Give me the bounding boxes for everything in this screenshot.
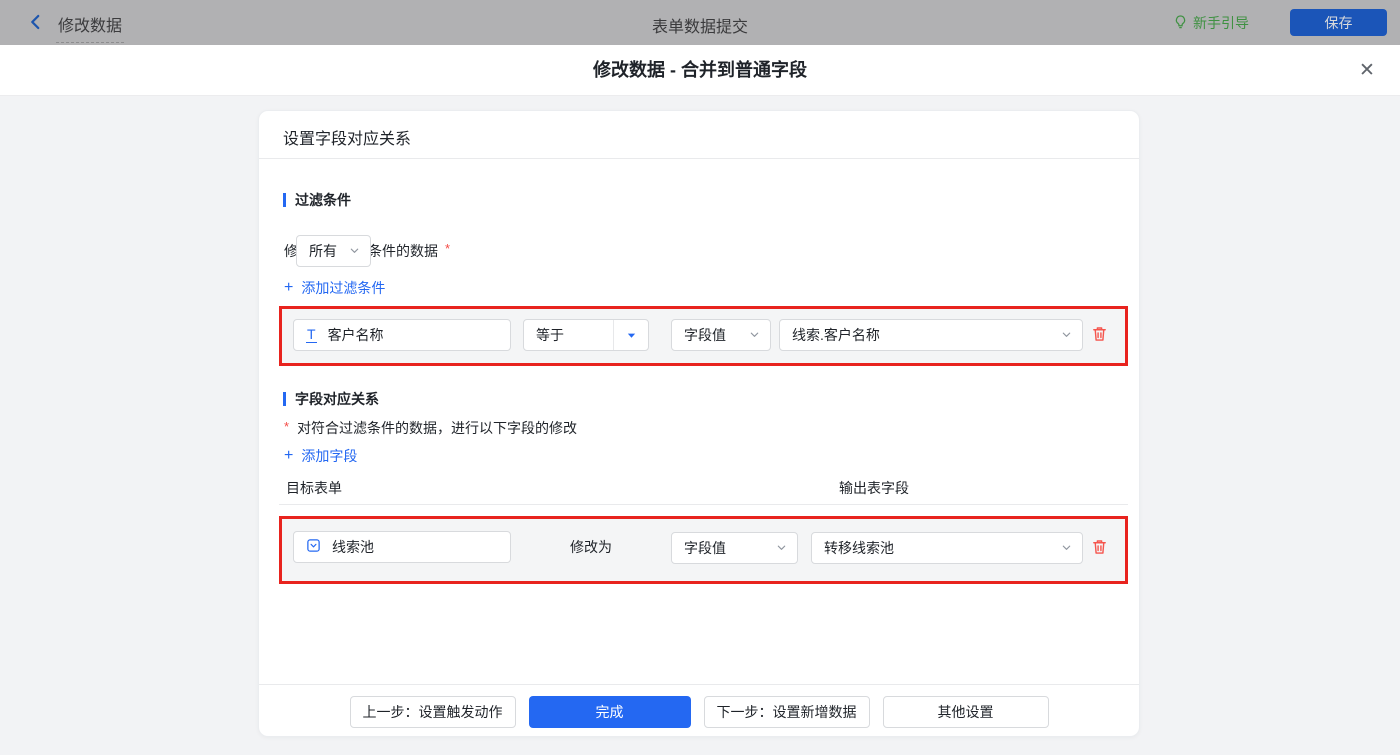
filter-section-title: 过滤条件 (283, 190, 351, 210)
text-field-icon: T (306, 326, 317, 343)
chevron-down-icon (349, 243, 360, 259)
operator-select[interactable]: 等于 (523, 319, 649, 351)
match-suffix-label: 条件的数据 (368, 243, 438, 259)
add-field-link[interactable]: + 添加字段 (284, 446, 357, 466)
footer-divider (259, 684, 1139, 685)
select-field-icon (306, 538, 321, 556)
chevron-down-icon (1061, 540, 1072, 556)
save-button[interactable]: 保存 (1290, 9, 1387, 36)
mapping-value: 转移线索池 (824, 540, 894, 556)
value-type-value: 字段值 (684, 327, 726, 343)
modify-to-label: 修改为 (570, 539, 612, 555)
required-mark: * (445, 240, 451, 256)
section-bar-icon (283, 392, 286, 406)
prev-step-button[interactable]: 上一步：设置触发动作 (349, 696, 516, 728)
trash-icon (1091, 540, 1108, 559)
column-header-divider (279, 504, 1128, 505)
beginner-guide-label: 新手引导 (1193, 15, 1249, 31)
top-bar: 修改数据 表单数据提交 新手引导 保存 (0, 0, 1400, 45)
filter-field-picker[interactable]: T 客户名称 (293, 319, 511, 351)
next-step-button[interactable]: 下一步：设置新增数据 (703, 696, 870, 728)
target-form-column-header: 目标表单 (286, 480, 342, 496)
filter-field-value: 客户名称 (327, 327, 384, 343)
section-bar-icon (283, 193, 286, 207)
mapping-description-text: 对符合过滤条件的数据，进行以下字段的修改 (297, 420, 578, 436)
caret-down-icon (613, 320, 648, 350)
other-settings-button[interactable]: 其他设置 (882, 696, 1049, 728)
add-filter-condition-link[interactable]: + 添加过滤条件 (284, 278, 385, 298)
mapping-description: * 对符合过滤条件的数据，进行以下字段的修改 (284, 418, 577, 438)
match-mode-value: 所有 (309, 243, 337, 259)
screen: 修改数据 表单数据提交 新手引导 保存 修改数据 - 合并到普通字段 ✕ 设置字… (0, 0, 1400, 755)
close-icon[interactable]: ✕ (1354, 58, 1380, 84)
footer-buttons: 上一步：设置触发动作 完成 下一步：设置新增数据 其他设置 (259, 696, 1139, 728)
field-mapping-card: 设置字段对应关系 过滤条件 修改符合以下 所有 条件的数据 * + (258, 110, 1140, 737)
beginner-guide-button[interactable]: 新手引导 (1173, 12, 1249, 34)
lightbulb-icon (1173, 14, 1188, 33)
compare-value: 线索.客户名称 (792, 327, 880, 343)
filter-section-label: 过滤条件 (295, 192, 351, 208)
chevron-down-icon (1061, 327, 1072, 343)
compare-value-select[interactable]: 线索.客户名称 (779, 319, 1083, 351)
field-mapping-row: 线索池 修改为 字段值 转移线索池 (279, 516, 1128, 584)
done-button[interactable]: 完成 (528, 696, 691, 728)
chevron-down-icon (749, 327, 760, 343)
operator-value: 等于 (536, 327, 564, 343)
add-filter-condition-label: 添加过滤条件 (301, 280, 386, 296)
plus-icon: + (284, 279, 294, 296)
mapping-value-select[interactable]: 转移线索池 (811, 532, 1083, 564)
target-field-value: 线索池 (332, 539, 374, 555)
mapping-value-type-select[interactable]: 字段值 (671, 532, 798, 564)
delete-mapping-button[interactable] (1089, 538, 1109, 558)
card-header-title: 设置字段对应关系 (283, 131, 412, 148)
chevron-down-icon (776, 540, 787, 556)
add-field-label: 添加字段 (301, 448, 358, 464)
required-mark: * (284, 419, 290, 434)
target-field-picker[interactable]: 线索池 (293, 531, 511, 563)
mapping-value-type-value: 字段值 (684, 540, 726, 556)
output-field-column-header: 输出表字段 (839, 480, 909, 496)
mapping-section-title: 字段对应关系 (283, 389, 379, 409)
delete-condition-button[interactable] (1089, 325, 1109, 345)
modal-title: 修改数据 - 合并到普通字段 (593, 60, 807, 80)
plus-icon: + (284, 447, 294, 464)
filter-condition-row: T 客户名称 等于 字段值 线索.客户名称 (279, 306, 1128, 366)
card-header: 设置字段对应关系 (259, 111, 1139, 159)
value-type-select[interactable]: 字段值 (671, 319, 771, 351)
modal-header: 修改数据 - 合并到普通字段 ✕ (0, 45, 1400, 96)
match-mode-select[interactable]: 所有 (296, 235, 371, 267)
modal-body: 设置字段对应关系 过滤条件 修改符合以下 所有 条件的数据 * + (0, 96, 1400, 755)
trash-icon (1091, 327, 1108, 346)
match-condition-row: 修改符合以下 所有 条件的数据 * (284, 235, 450, 267)
mapping-section-label: 字段对应关系 (295, 391, 379, 407)
